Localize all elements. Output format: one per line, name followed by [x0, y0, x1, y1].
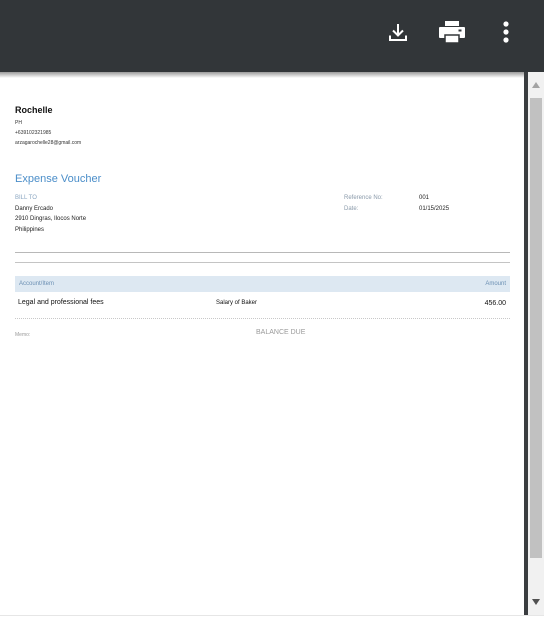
- divider: [15, 252, 510, 253]
- balance-due-label: BALANCE DUE: [256, 329, 306, 336]
- bottom-margin: [0, 615, 544, 643]
- scroll-up-icon[interactable]: [532, 82, 540, 88]
- print-icon: [438, 20, 466, 44]
- company-country: PH: [15, 120, 22, 126]
- document-page: Rochelle PH +639102321985 arzagarochelle…: [0, 72, 528, 615]
- bill-to-country: Philippines: [15, 227, 45, 233]
- row-account: Legal and professional fees: [18, 299, 104, 306]
- pdf-viewer: Rochelle PH +639102321985 arzagarochelle…: [0, 0, 544, 643]
- more-options-button[interactable]: [490, 16, 522, 48]
- table-row: Legal and professional fees Salary of Ba…: [15, 294, 510, 318]
- memo-label: Memo:: [15, 332, 31, 338]
- toolbar-shadow: [0, 72, 528, 78]
- row-description: Salary of Baker: [216, 300, 258, 306]
- table-divider: [15, 318, 510, 319]
- row-amount: 456.00: [484, 300, 506, 307]
- bill-to-name: Danny Ercado: [15, 206, 54, 212]
- document-title: Expense Voucher: [15, 173, 102, 185]
- bill-to-label: BILL TO: [15, 195, 37, 201]
- date-value: 01/15/2025: [419, 206, 450, 212]
- expense-voucher: Rochelle PH +639102321985 arzagarochelle…: [0, 72, 524, 615]
- date-label: Date:: [344, 206, 359, 212]
- company-name: Rochelle: [15, 105, 53, 115]
- download-button[interactable]: [382, 16, 414, 48]
- divider: [15, 262, 510, 263]
- vertical-scrollbar[interactable]: [528, 72, 544, 615]
- reference-value: 001: [419, 195, 430, 201]
- more-vert-icon: [501, 20, 511, 44]
- print-button[interactable]: [436, 16, 468, 48]
- table-header: Account/Item Amount: [15, 276, 510, 292]
- header-account: Account/Item: [19, 281, 55, 287]
- bill-to-address: 2910 Dingras, Ilocos Norte: [15, 216, 87, 222]
- header-amount: Amount: [485, 281, 506, 287]
- company-phone: +639102321985: [15, 130, 52, 136]
- download-icon: [387, 21, 409, 43]
- company-email: arzagarochelle28@gmail.com: [15, 140, 82, 146]
- viewer-toolbar: [0, 0, 544, 72]
- scrollbar-thumb[interactable]: [530, 98, 542, 558]
- reference-label: Reference No:: [344, 195, 383, 201]
- scroll-down-icon[interactable]: [532, 599, 540, 605]
